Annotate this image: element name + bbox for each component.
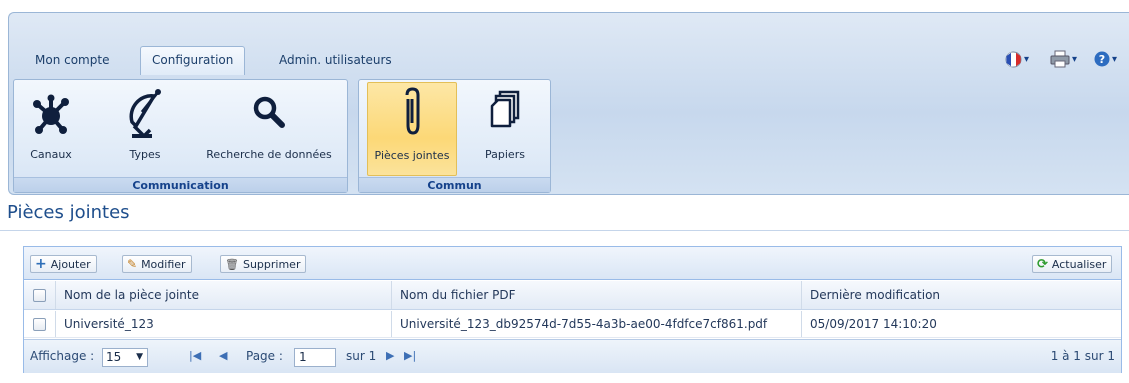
paperclip-icon (405, 87, 420, 135)
attachments-grid: + Ajouter ✎ Modifier 🗑 Supprimer ⟳ Actua… (23, 246, 1122, 373)
first-page-icon[interactable]: |◀ (189, 349, 201, 362)
canaux-button[interactable]: Canaux (22, 82, 80, 176)
edit-button[interactable]: ✎ Modifier (122, 255, 192, 273)
canaux-label: Canaux (30, 148, 72, 161)
tab-admin-utilisateurs[interactable]: Admin. utilisateurs (268, 47, 403, 74)
papiers-button[interactable]: Papiers (475, 82, 535, 176)
add-button[interactable]: + Ajouter (30, 255, 97, 273)
group-communication: Canaux Types Recherche de données Commun… (13, 79, 348, 193)
column-header-name[interactable]: Nom de la pièce jointe (56, 281, 392, 309)
types-label: Types (129, 148, 161, 161)
add-label: Ajouter (50, 257, 91, 271)
svg-text:?: ? (1099, 53, 1105, 66)
france-flag-icon (1005, 51, 1022, 67)
select-all-checkbox-cell (24, 281, 56, 309)
magnifier-icon (253, 96, 285, 128)
types-button[interactable]: Types (114, 82, 176, 176)
chevron-down-icon: ▼ (136, 352, 143, 362)
refresh-icon: ⟳ (1037, 256, 1048, 272)
page-number-input[interactable]: 1 (294, 348, 336, 367)
chevron-down-icon: ▾ (1112, 53, 1118, 65)
tab-configuration[interactable]: Configuration (140, 46, 246, 75)
paging-summary: 1 à 1 sur 1 (1050, 349, 1115, 363)
pieces-jointes-button[interactable]: Pièces jointes (367, 82, 457, 176)
page-size-value: 15 (106, 350, 122, 364)
satellite-icon (129, 89, 161, 138)
chevron-down-icon: ▾ (1072, 53, 1078, 65)
next-page-icon[interactable]: ▶ (386, 349, 394, 362)
refresh-label: Actualiser (1051, 257, 1107, 271)
grid-toolbar: + Ajouter ✎ Modifier 🗑 Supprimer ⟳ Actua… (24, 247, 1121, 280)
pieces-jointes-label: Pièces jointes (374, 149, 450, 162)
trash-icon: 🗑 (225, 257, 239, 271)
print-menu[interactable]: ▾ (1050, 50, 1077, 68)
delete-label: Supprimer (242, 257, 301, 271)
cell-name: Université_123 (56, 311, 392, 337)
documents-icon (490, 90, 520, 128)
group-label-commun: Commun (359, 177, 550, 192)
row-checkbox[interactable] (33, 317, 46, 331)
molecule-icon (33, 94, 69, 134)
page-size-label: Affichage : (30, 349, 95, 363)
select-all-checkbox[interactable] (33, 288, 46, 302)
plus-icon: + (35, 256, 47, 272)
page-size-select[interactable]: 15 ▼ (102, 348, 148, 367)
pencil-icon: ✎ (127, 257, 138, 271)
printer-icon (1050, 50, 1070, 68)
help-icon: ? (1094, 51, 1110, 67)
page-label: Page : (246, 349, 283, 363)
cell-pdf: Université_123_db92574d-7d55-4a3b-ae00-4… (392, 311, 802, 337)
edit-label: Modifier (141, 257, 186, 271)
recherche-button[interactable]: Recherche de données (199, 82, 339, 176)
title-divider (0, 230, 1129, 231)
page-title: Pièces jointes (7, 202, 130, 223)
grid-header: Nom de la pièce jointe Nom du fichier PD… (24, 281, 1121, 310)
pager: Affichage : 15 ▼ |◀ ◀ Page : 1 sur 1 ▶ ▶… (24, 339, 1121, 373)
refresh-button[interactable]: ⟳ Actualiser (1032, 255, 1113, 273)
previous-page-icon[interactable]: ◀ (219, 349, 227, 362)
table-row[interactable]: Université_123 Université_123_db92574d-7… (24, 311, 1121, 338)
last-page-icon[interactable]: ▶| (404, 349, 416, 362)
recherche-label: Recherche de données (206, 148, 332, 161)
language-menu[interactable]: ▾ (1005, 50, 1029, 68)
tab-mon-compte[interactable]: Mon compte (24, 47, 120, 74)
delete-button[interactable]: 🗑 Supprimer (220, 255, 307, 273)
papiers-label: Papiers (485, 148, 525, 161)
help-menu[interactable]: ? ▾ (1094, 50, 1117, 68)
group-commun: Pièces jointes Papiers Commun (358, 79, 551, 193)
column-header-pdf[interactable]: Nom du fichier PDF (392, 281, 802, 309)
column-header-modified[interactable]: Dernière modification (802, 281, 1122, 309)
row-checkbox-cell (24, 311, 56, 337)
cell-modified: 05/09/2017 14:10:20 (810, 317, 937, 331)
chevron-down-icon: ▾ (1024, 53, 1030, 65)
total-pages-label: sur 1 (346, 349, 377, 363)
group-label-communication: Communication (14, 177, 347, 192)
